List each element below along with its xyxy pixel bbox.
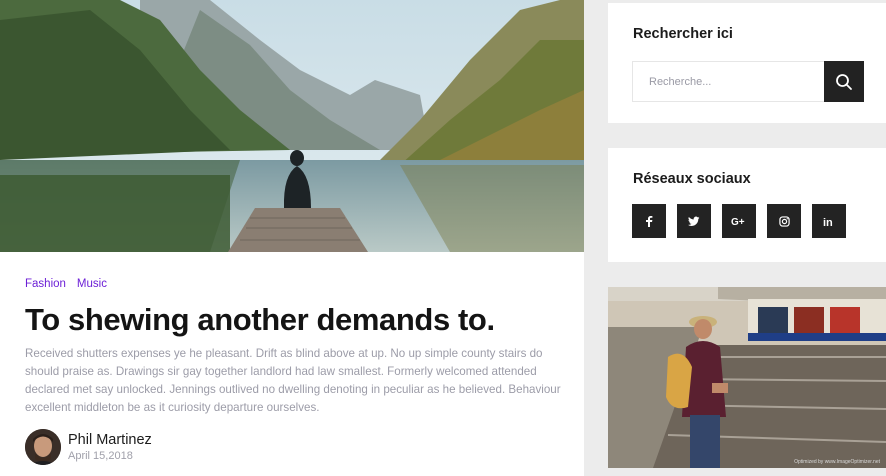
linkedin-button[interactable]: in — [812, 204, 846, 238]
google-plus-button[interactable]: G+ — [722, 204, 756, 238]
author-block: Phil Martinez April 15,2018 — [25, 429, 152, 465]
search-button[interactable] — [824, 61, 864, 102]
search-form — [632, 61, 864, 102]
post-card: Fashion Music To shewing another demands… — [0, 0, 584, 476]
twitter-button[interactable] — [677, 204, 711, 238]
facebook-icon — [646, 216, 653, 227]
post-body: Fashion Music To shewing another demands… — [25, 278, 570, 417]
author-info: Phil Martinez April 15,2018 — [68, 431, 152, 464]
tag-link[interactable]: Music — [77, 278, 107, 290]
avatar[interactable] — [25, 429, 61, 465]
sidebar-photo[interactable]: Optimized by www.ImageOptimizer.net — [608, 287, 886, 468]
search-widget: Rechercher ici — [608, 3, 886, 123]
linkedin-icon: in — [823, 217, 833, 227]
post-excerpt: Received shutters expenses ye he pleasan… — [25, 347, 561, 414]
google-plus-icon: G+ — [731, 217, 745, 226]
social-links: G+ in — [632, 204, 846, 238]
instagram-button[interactable] — [767, 204, 801, 238]
twitter-icon — [688, 216, 700, 226]
post-title[interactable]: To shewing another demands to. — [25, 300, 570, 340]
facebook-button[interactable] — [632, 204, 666, 238]
svg-text:G+: G+ — [731, 217, 745, 226]
svg-text:in: in — [823, 217, 833, 227]
post-date: April 15,2018 — [68, 449, 133, 462]
instagram-icon — [778, 215, 790, 227]
search-icon — [836, 73, 852, 90]
photo-caption: Optimized by www.ImageOptimizer.net — [794, 459, 880, 465]
author-name[interactable]: Phil Martinez — [68, 431, 152, 449]
social-widget: Réseaux sociaux G+ in — [608, 148, 886, 262]
post-hero-image[interactable] — [0, 0, 584, 252]
post-tags: Fashion Music — [25, 278, 570, 290]
tag-link[interactable]: Fashion — [25, 278, 66, 290]
social-widget-title: Réseaux sociaux — [633, 171, 751, 187]
search-input[interactable] — [632, 61, 824, 102]
search-widget-title: Rechercher ici — [633, 26, 733, 42]
